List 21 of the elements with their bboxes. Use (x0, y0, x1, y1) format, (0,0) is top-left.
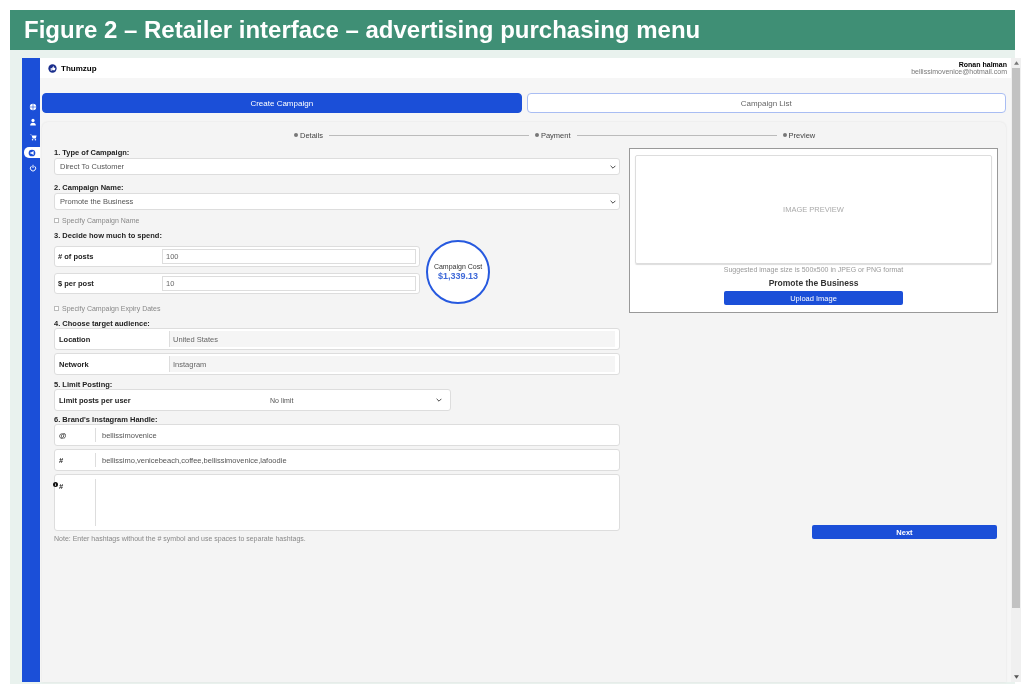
user-icon[interactable] (29, 118, 37, 126)
tab[interactable]: Campaign List (526, 93, 1006, 113)
thumbs-up-logo-icon (48, 63, 57, 73)
power-icon[interactable] (29, 164, 37, 172)
cart-icon[interactable] (29, 133, 37, 141)
scroll-up-icon[interactable] (1013, 61, 1019, 65)
cost-value: $1,339.13 (437, 271, 478, 281)
megaphone-icon[interactable] (28, 148, 36, 157)
chevron-down-icon (436, 398, 442, 402)
figure-caption: Figure 2 – Retailer interface – advertising purchasing menu (10, 10, 1015, 50)
preview-title: Promote the Business (768, 278, 859, 288)
tab[interactable]: Create Campaign (42, 93, 522, 113)
checkbox[interactable] (54, 218, 59, 223)
sidebar-item-highlight[interactable] (24, 147, 40, 158)
chevron-down-icon (610, 199, 616, 204)
globe-icon[interactable] (29, 103, 37, 111)
checkbox[interactable] (54, 306, 59, 311)
chevron-down-icon (610, 164, 616, 169)
scrollbar[interactable] (1011, 58, 1021, 682)
scroll-down-icon[interactable] (1013, 675, 1019, 679)
brand-name: Thumzup (61, 63, 97, 73)
